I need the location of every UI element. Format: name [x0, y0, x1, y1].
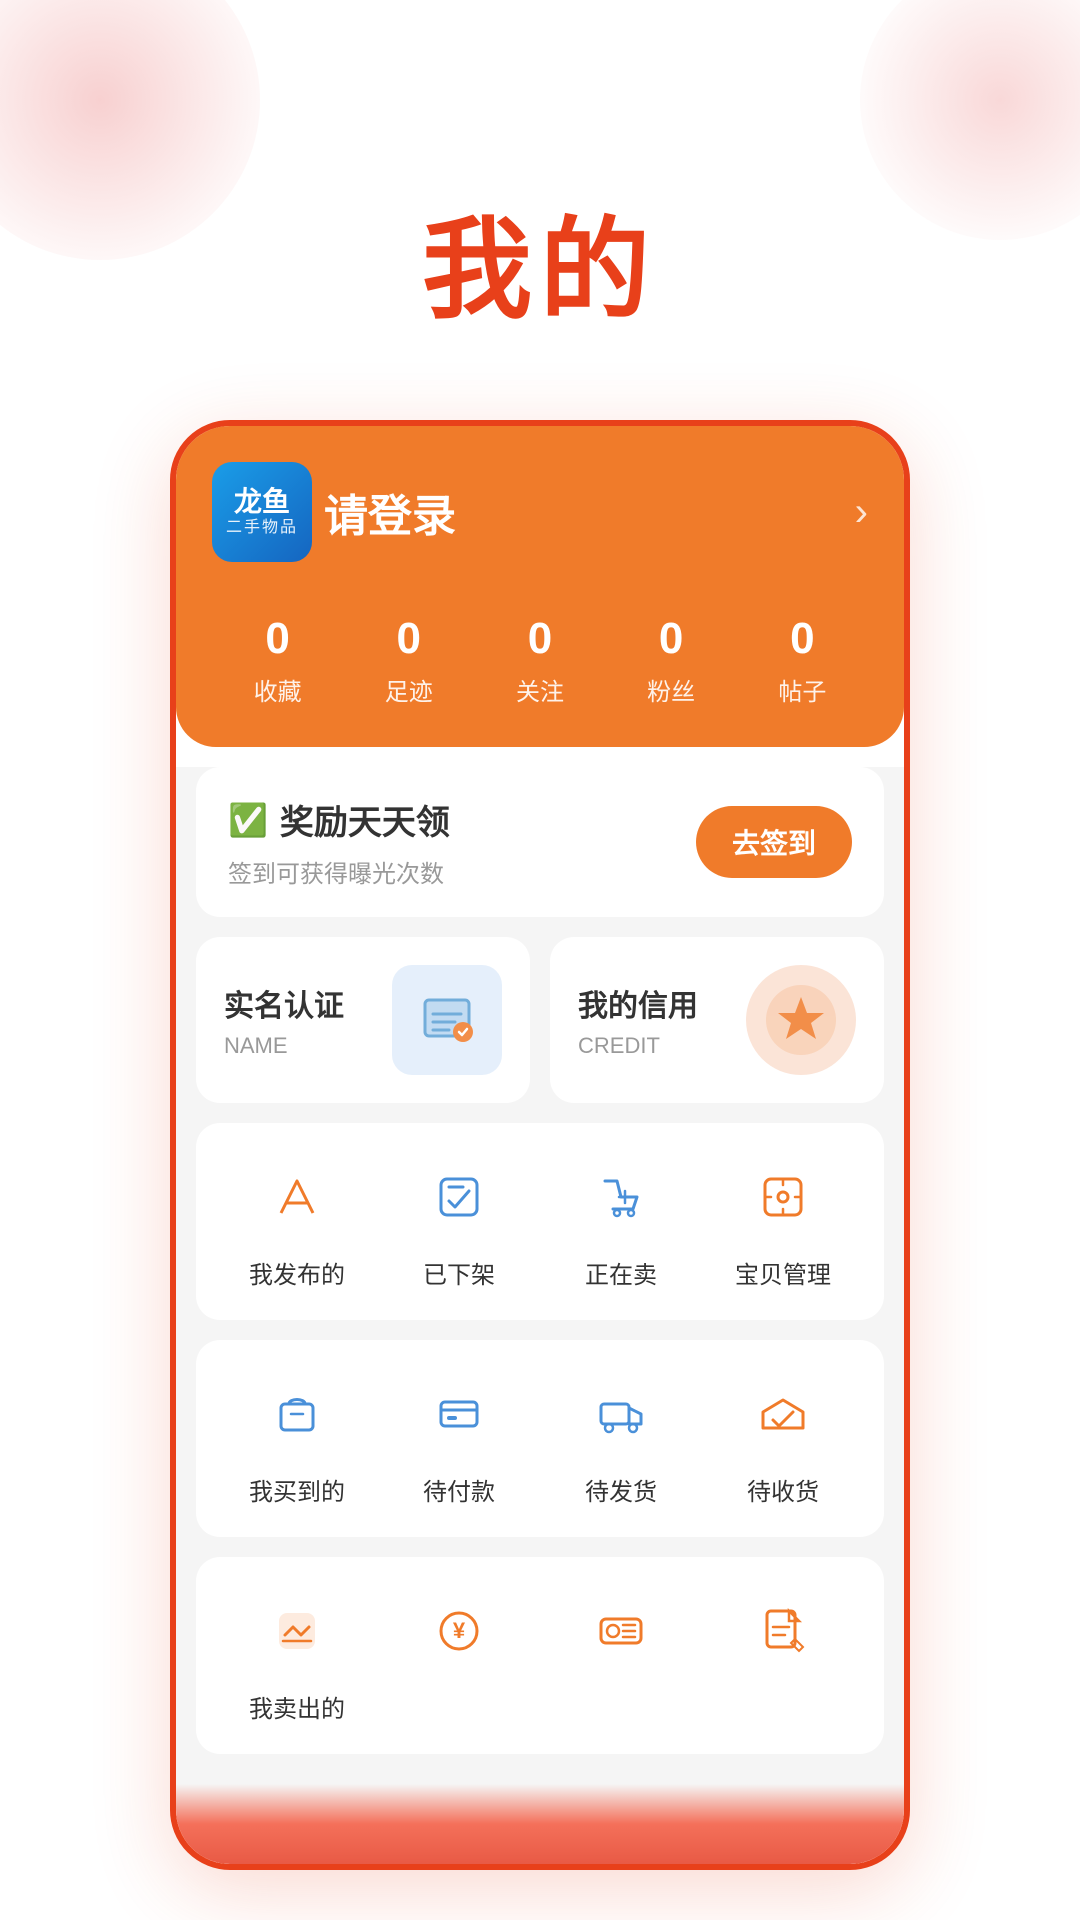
page-title: 我的 — [0, 180, 1080, 340]
my-bought-label: 我买到的 — [249, 1472, 345, 1507]
stat-posts[interactable]: 0 帖子 — [778, 614, 826, 707]
func-my-bought[interactable]: 我买到的 — [216, 1370, 378, 1507]
func-income[interactable]: ¥ — [378, 1587, 540, 1724]
pending-payment-icon — [415, 1370, 503, 1458]
stat-fans[interactable]: 0 粉丝 — [647, 614, 695, 707]
shelved-off-icon — [415, 1153, 503, 1241]
sell-functions-card: 我发布的 已下架 — [196, 1123, 884, 1320]
real-name-info: 实名认证 NAME — [224, 981, 344, 1059]
bottom-wave — [176, 1784, 904, 1864]
stat-fans-number: 0 — [659, 614, 683, 664]
func-pending-payment[interactable]: 待付款 — [378, 1370, 540, 1507]
my-published-label: 我发布的 — [249, 1255, 345, 1290]
page-title-area: 我的 — [0, 0, 1080, 420]
pending-receive-icon — [739, 1370, 827, 1458]
reward-title-row: ✅ 奖励天天领 — [228, 795, 450, 844]
pending-ship-icon — [577, 1370, 665, 1458]
app-content: ✅ 奖励天天领 签到可获得曝光次数 去签到 实名认证 NAME — [176, 767, 904, 1784]
my-credit-title: 我的信用 — [578, 981, 698, 1025]
coupons-icon — [577, 1587, 665, 1675]
stat-posts-label: 帖子 — [778, 672, 826, 707]
real-name-subtitle: NAME — [224, 1033, 344, 1059]
my-sold-label: 我卖出的 — [249, 1689, 345, 1724]
drafts-icon — [739, 1587, 827, 1675]
my-published-icon — [253, 1153, 341, 1241]
login-prompt[interactable]: 请登录 — [324, 480, 456, 544]
my-sold-icon — [253, 1587, 341, 1675]
func-my-published[interactable]: 我发布的 — [216, 1153, 378, 1290]
reward-card: ✅ 奖励天天领 签到可获得曝光次数 去签到 — [196, 767, 884, 917]
func-pending-ship[interactable]: 待发货 — [540, 1370, 702, 1507]
chevron-right-icon[interactable]: › — [855, 490, 868, 535]
func-drafts[interactable] — [702, 1587, 864, 1724]
real-name-icon — [392, 965, 502, 1075]
pending-ship-label: 待发货 — [585, 1472, 657, 1507]
buy-functions-card: 我买到的 待付款 — [196, 1340, 884, 1537]
item-manage-icon — [739, 1153, 827, 1241]
logo-name: 龙鱼 — [234, 488, 290, 516]
func-coupons[interactable] — [540, 1587, 702, 1724]
on-sale-label: 正在卖 — [585, 1255, 657, 1290]
my-bought-icon — [253, 1370, 341, 1458]
app-header: 龙鱼 二手物品 请登录 › 0 收藏 0 足迹 0 关注 0 粉丝 — [176, 426, 904, 747]
my-credit-icon — [746, 965, 856, 1075]
stats-row: 0 收藏 0 足迹 0 关注 0 粉丝 0 帖子 — [212, 594, 868, 747]
app-logo: 龙鱼 二手物品 — [212, 462, 312, 562]
stat-following-number: 0 — [528, 614, 552, 664]
stat-footprint[interactable]: 0 足迹 — [385, 614, 433, 707]
func-on-sale[interactable]: 正在卖 — [540, 1153, 702, 1290]
reward-left: ✅ 奖励天天领 签到可获得曝光次数 — [228, 795, 450, 889]
pending-payment-label: 待付款 — [423, 1472, 495, 1507]
stat-following-label: 关注 — [516, 672, 564, 707]
item-manage-label: 宝贝管理 — [735, 1255, 831, 1290]
stat-fans-label: 粉丝 — [647, 672, 695, 707]
svg-text:¥: ¥ — [453, 1618, 466, 1643]
pending-receive-label: 待收货 — [747, 1472, 819, 1507]
header-top: 龙鱼 二手物品 请登录 › — [212, 462, 868, 562]
func-shelved-off[interactable]: 已下架 — [378, 1153, 540, 1290]
my-credit-card[interactable]: 我的信用 CREDIT — [550, 937, 884, 1103]
buy-func-grid: 我买到的 待付款 — [216, 1370, 864, 1507]
stat-favorites[interactable]: 0 收藏 — [254, 614, 302, 707]
func-my-sold[interactable]: 我卖出的 — [216, 1587, 378, 1724]
real-name-title: 实名认证 — [224, 981, 344, 1025]
on-sale-icon — [577, 1153, 665, 1241]
stat-footprint-number: 0 — [397, 614, 421, 664]
stat-posts-number: 0 — [790, 614, 814, 664]
func-item-manage[interactable]: 宝贝管理 — [702, 1153, 864, 1290]
income-icon: ¥ — [415, 1587, 503, 1675]
credit-row: 实名认证 NAME — [196, 937, 884, 1103]
checkin-button[interactable]: 去签到 — [696, 806, 852, 878]
reward-title: 奖励天天领 — [280, 795, 450, 844]
stat-favorites-number: 0 — [265, 614, 289, 664]
sell-func-grid: 我发布的 已下架 — [216, 1153, 864, 1290]
func-pending-receive[interactable]: 待收货 — [702, 1370, 864, 1507]
stat-following[interactable]: 0 关注 — [516, 614, 564, 707]
reward-desc: 签到可获得曝光次数 — [228, 854, 450, 889]
sold-func-grid: 我卖出的 ¥ — [216, 1587, 864, 1724]
my-credit-subtitle: CREDIT — [578, 1033, 698, 1059]
logo-area[interactable]: 龙鱼 二手物品 请登录 — [212, 462, 456, 562]
real-name-card[interactable]: 实名认证 NAME — [196, 937, 530, 1103]
phone-mockup: 龙鱼 二手物品 请登录 › 0 收藏 0 足迹 0 关注 0 粉丝 — [170, 420, 910, 1870]
stat-footprint-label: 足迹 — [385, 672, 433, 707]
sold-functions-card: 我卖出的 ¥ — [196, 1557, 884, 1754]
my-credit-info: 我的信用 CREDIT — [578, 981, 698, 1059]
reward-calendar-icon: ✅ — [228, 801, 268, 839]
logo-subtitle: 二手物品 — [226, 520, 298, 536]
shelved-off-label: 已下架 — [423, 1255, 495, 1290]
stat-favorites-label: 收藏 — [254, 672, 302, 707]
